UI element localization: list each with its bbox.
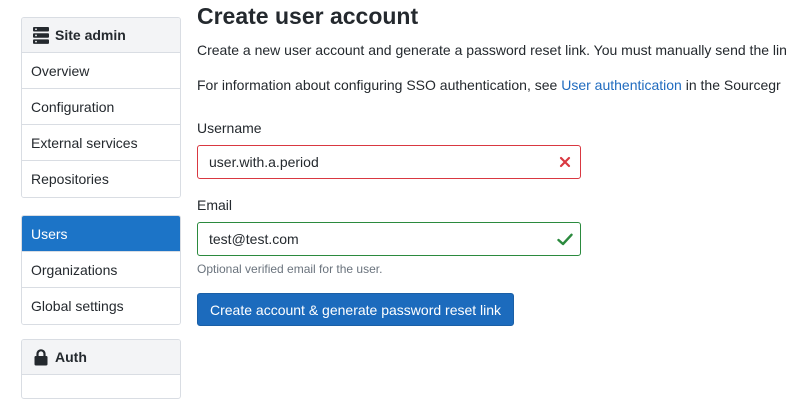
x-icon: [554, 152, 576, 172]
email-input[interactable]: [198, 223, 554, 255]
page-title: Create user account: [197, 3, 418, 30]
sidebar-item-configuration[interactable]: Configuration: [22, 89, 180, 125]
sidebar-item-organizations[interactable]: Organizations: [22, 252, 180, 288]
site-admin-nav-group: Site admin Overview Configuration Extern…: [21, 17, 181, 198]
create-account-button[interactable]: Create account & generate password reset…: [197, 293, 514, 326]
email-help-text: Optional verified email for the user.: [197, 262, 382, 276]
email-label: Email: [197, 197, 232, 213]
site-admin-header: Site admin: [22, 18, 180, 53]
create-user-form: Create user account Create a new user ac…: [197, 0, 803, 387]
sidebar-item-label: Organizations: [31, 262, 117, 278]
auth-nav-group: Auth: [21, 339, 181, 399]
sidebar-item-label: External services: [31, 135, 138, 151]
auth-header: Auth: [22, 340, 180, 375]
lock-icon: [33, 348, 49, 366]
sidebar-item-external-services[interactable]: External services: [22, 125, 180, 161]
sidebar-item-overview[interactable]: Overview: [22, 53, 180, 89]
user-authentication-link[interactable]: User authentication: [561, 77, 682, 93]
check-icon: [554, 229, 576, 249]
username-field: [197, 145, 581, 179]
sidebar-item-users[interactable]: Users: [22, 216, 180, 252]
auth-title: Auth: [55, 349, 87, 365]
sidebar-item-label: Global settings: [31, 298, 124, 314]
username-label: Username: [197, 120, 262, 136]
username-input[interactable]: [198, 146, 554, 178]
sidebar-item-label: Users: [31, 226, 68, 242]
site-admin-title: Site admin: [55, 27, 126, 43]
sidebar-item-label: Repositories: [31, 171, 109, 187]
sidebar-item-label: Overview: [31, 63, 89, 79]
email-field: [197, 222, 581, 256]
sso-info-text: For information about configuring SSO au…: [197, 77, 781, 93]
users-nav-group: Users Organizations Global settings: [21, 215, 181, 325]
sidebar-item-repositories[interactable]: Repositories: [22, 161, 180, 197]
sso-info-suffix: in the Sourcegr: [682, 77, 781, 93]
sidebar-item-global-settings[interactable]: Global settings: [22, 288, 180, 324]
sidebar-item-label: Configuration: [31, 99, 114, 115]
sso-info-prefix: For information about configuring SSO au…: [197, 77, 561, 93]
server-icon: [33, 26, 49, 44]
intro-text: Create a new user account and generate a…: [197, 42, 787, 58]
